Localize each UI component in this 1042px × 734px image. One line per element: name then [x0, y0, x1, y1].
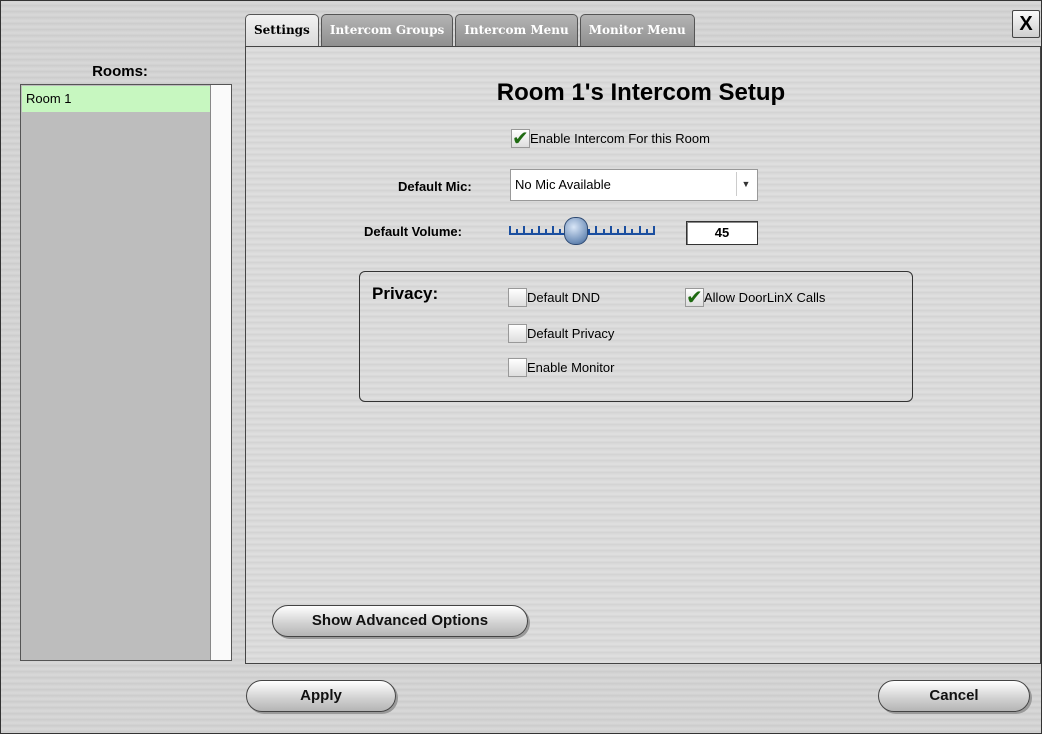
slider-tick [646, 229, 648, 234]
slider-tick [624, 226, 626, 234]
room-list-item[interactable]: Room 1 [22, 86, 212, 112]
allow-doorlinx-label: Allow DoorLinX Calls [704, 290, 826, 305]
enable-intercom-checkbox[interactable] [511, 126, 530, 150]
slider-tick [617, 229, 619, 234]
slider-tick [639, 226, 641, 234]
tab-intercom-groups[interactable]: Intercom Groups [320, 14, 454, 46]
rooms-title: Rooms: [92, 63, 148, 80]
default-mic-label: Default Mic: [398, 179, 472, 194]
slider-tick [538, 226, 540, 234]
slider-thumb[interactable] [564, 217, 588, 245]
default-dnd-checkbox[interactable] [508, 288, 527, 307]
slider-tick [531, 229, 533, 234]
tab-intercom-menu[interactable]: Intercom Menu [455, 14, 578, 46]
default-volume-label: Default Volume: [364, 224, 462, 239]
chevron-down-icon[interactable]: ▼ [736, 172, 755, 196]
enable-intercom-row: Enable Intercom For this Room [511, 126, 710, 150]
privacy-group: Privacy: Default DND Allow DoorLinX Call… [359, 271, 913, 402]
slider-tick [523, 226, 525, 234]
default-mic-select[interactable]: No Mic Available ▼ [510, 169, 758, 201]
allow-doorlinx-checkbox[interactable] [685, 285, 704, 309]
privacy-option-monitor: Enable Monitor [508, 358, 614, 377]
default-privacy-checkbox[interactable] [508, 324, 527, 343]
slider-tick [588, 229, 590, 234]
slider-tick [545, 229, 547, 234]
slider-tick [631, 229, 633, 234]
slider-tick [610, 226, 612, 234]
enable-monitor-checkbox[interactable] [508, 358, 527, 377]
rooms-list: Room 1 [20, 84, 232, 661]
slider-tick [516, 229, 518, 234]
enable-monitor-label: Enable Monitor [527, 360, 615, 375]
default-mic-value: No Mic Available [515, 177, 611, 192]
slider-tick [552, 226, 554, 234]
default-dnd-label: Default DND [527, 290, 600, 305]
tab-bar: Settings Intercom Groups Intercom Menu M… [245, 14, 697, 48]
settings-panel: Room 1's Intercom Setup Enable Intercom … [245, 46, 1041, 664]
tab-monitor-menu[interactable]: Monitor Menu [579, 14, 695, 46]
privacy-title: Privacy: [372, 284, 439, 303]
slider-tick [595, 226, 597, 234]
rooms-scrollbar[interactable] [210, 85, 231, 660]
apply-button[interactable]: Apply [246, 680, 396, 712]
cancel-button[interactable]: Cancel [878, 680, 1030, 712]
enable-intercom-label: Enable Intercom For this Room [530, 131, 710, 146]
volume-slider[interactable] [509, 217, 655, 245]
slider-tick [603, 229, 605, 234]
privacy-option-privacy: Default Privacy [508, 324, 614, 343]
volume-value-field[interactable]: 45 [686, 221, 758, 245]
slider-tick [509, 226, 511, 234]
page-title: Room 1's Intercom Setup [496, 79, 786, 106]
show-advanced-options-button[interactable]: Show Advanced Options [272, 605, 528, 637]
close-button[interactable]: X [1012, 10, 1040, 38]
slider-tick [653, 226, 655, 234]
slider-tick [559, 229, 561, 234]
privacy-option-doorlinx: Allow DoorLinX Calls [685, 285, 826, 309]
privacy-option-dnd: Default DND [508, 288, 600, 307]
default-privacy-label: Default Privacy [527, 326, 615, 341]
tab-settings[interactable]: Settings [245, 14, 319, 48]
